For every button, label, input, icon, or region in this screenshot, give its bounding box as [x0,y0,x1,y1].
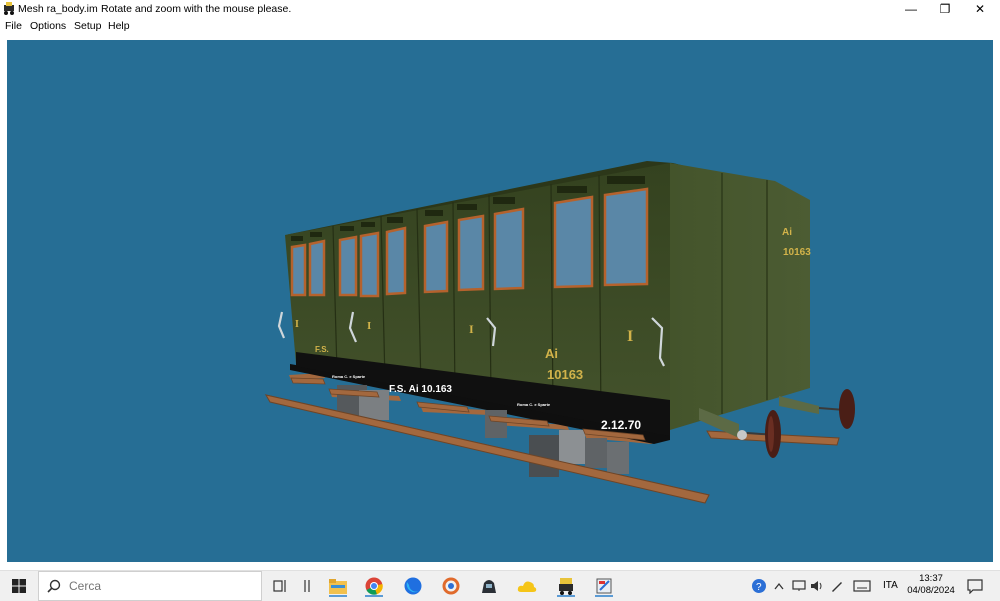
onedrive-icon[interactable] [516,575,538,597]
svg-text:Roma C. e Sparte: Roma C. e Sparte [517,402,551,407]
svg-text:F.S. Ai 10.163: F.S. Ai 10.163 [389,384,452,395]
svg-text:I: I [627,328,633,345]
svg-text:Ai: Ai [782,227,792,238]
file-explorer-icon[interactable] [327,575,349,597]
buffer-heads [765,389,855,458]
close-button[interactable]: ✕ [963,0,997,18]
menu-file[interactable]: File [5,20,22,32]
train-app-icon[interactable] [555,575,577,597]
editor-app-icon[interactable] [593,575,615,597]
svg-text:Ai: Ai [545,346,558,361]
svg-text:F.S.: F.S. [315,345,329,354]
menu-bar: File Options Setup Help [0,18,1000,34]
pen-icon[interactable] [826,575,848,597]
svg-text:Roma C. e Sparte: Roma C. e Sparte [332,374,366,379]
svg-text:I: I [469,322,474,336]
3d-viewport[interactable]: I I I I F.S. Ai 10163 Ai 10163 F.S. Ai 1… [7,40,993,562]
svg-text:I: I [367,320,371,332]
menu-setup[interactable]: Setup [74,20,101,32]
clock-date: 04/08/2024 [907,585,955,596]
windows-icon [12,579,26,593]
locomotive-taskbar-icon[interactable] [478,575,500,597]
menu-options[interactable]: Options [30,20,66,32]
window-title: Mesh ra_body.im [18,3,98,15]
widgets-icon[interactable] [296,575,318,597]
svg-text:10163: 10163 [783,247,811,258]
svg-text:I: I [295,319,299,330]
firefox-icon[interactable] [402,575,424,597]
carriage-model[interactable]: I I I I F.S. Ai 10163 Ai 10163 F.S. Ai 1… [7,40,993,562]
locomotive-app-icon [4,2,14,15]
help-tray-icon[interactable]: ? [748,575,770,597]
taskbar: ? ITA 13:37 04/08/2024 [0,570,1000,601]
title-bar[interactable]: Mesh ra_body.im Rotate and zoom with the… [0,0,1000,18]
chevron-up-icon[interactable] [768,575,790,597]
notifications-icon[interactable] [964,575,986,597]
taskbar-search[interactable] [38,571,262,601]
start-button[interactable] [0,571,38,601]
svg-text:?: ? [756,582,762,593]
search-input[interactable] [69,578,249,594]
carriage-end [670,163,810,430]
volume-icon[interactable] [806,575,828,597]
svg-text:2.12.70: 2.12.70 [601,418,641,432]
menu-help[interactable]: Help [108,20,130,32]
language-indicator[interactable]: ITA [883,580,898,591]
search-icon [47,579,61,593]
app-ring-icon[interactable] [440,575,462,597]
clock-time: 13:37 [919,573,943,584]
minimize-button[interactable]: — [894,0,928,18]
task-view-icon[interactable] [270,575,292,597]
keyboard-icon[interactable] [851,575,873,597]
clock[interactable]: 13:37 04/08/2024 [905,573,957,597]
chrome-icon[interactable] [363,575,385,597]
svg-text:10163: 10163 [547,367,583,382]
restore-button[interactable]: ❐ [928,0,962,18]
window-hint: Rotate and zoom with the mouse please. [101,3,292,15]
